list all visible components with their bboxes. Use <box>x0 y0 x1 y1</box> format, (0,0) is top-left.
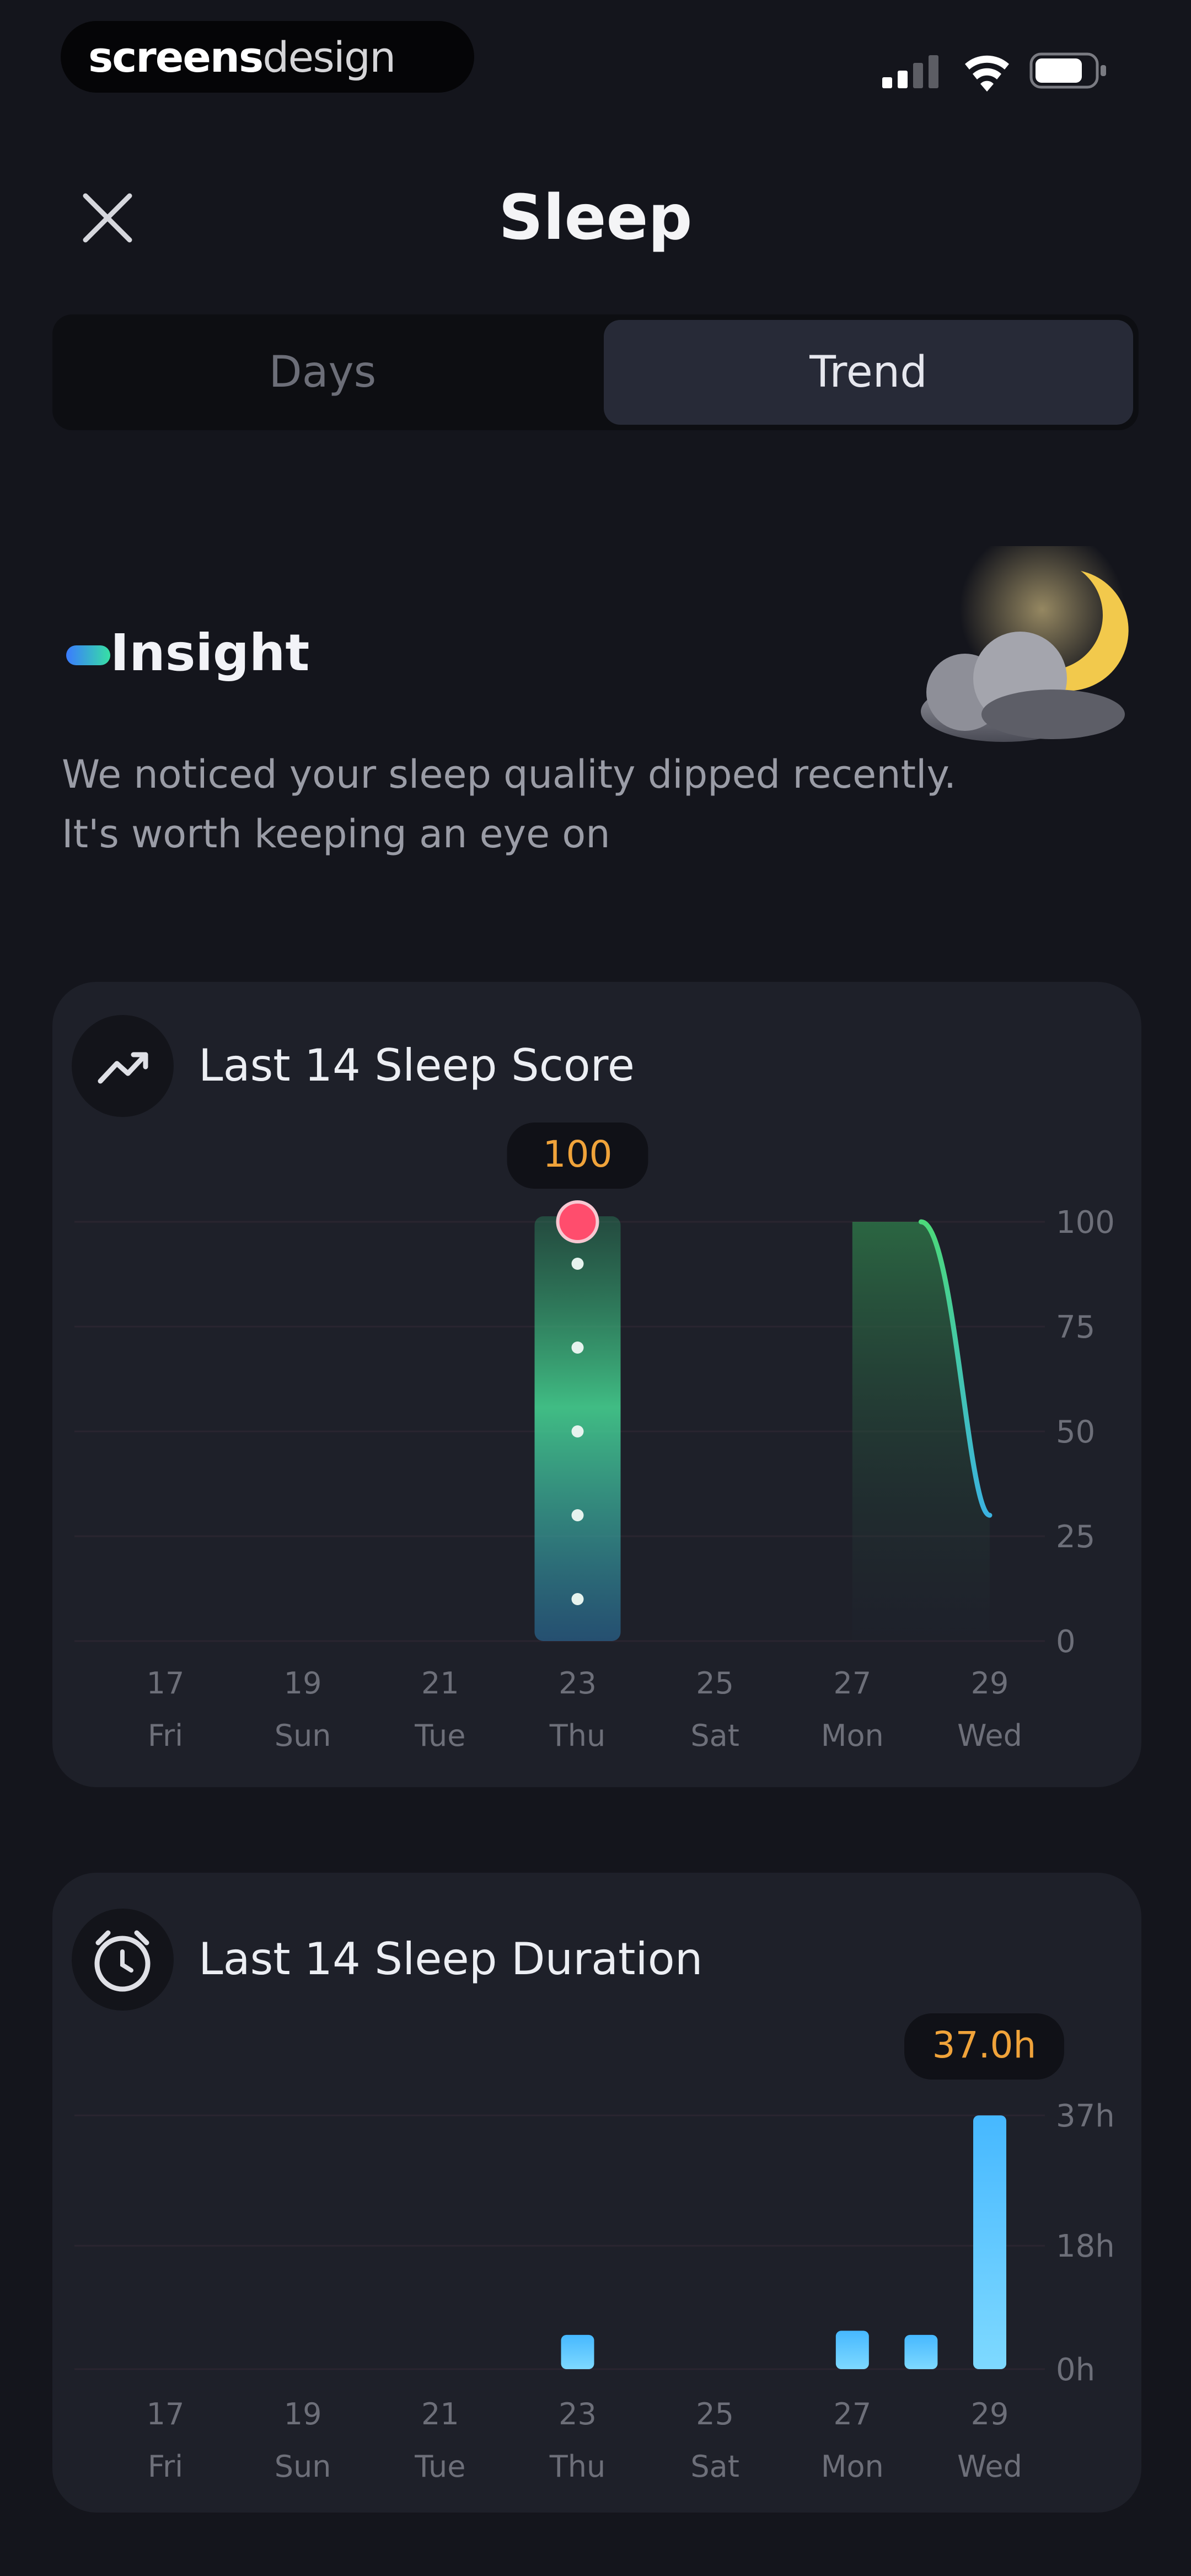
highlight-point <box>556 1200 599 1243</box>
x-tick-weekday: Tue <box>414 2449 465 2484</box>
x-tick-weekday: Sat <box>690 2449 739 2484</box>
column-dot <box>571 1425 584 1437</box>
x-tick-day: 27 <box>833 1666 871 1701</box>
x-tick-weekday: Sun <box>275 1718 331 1753</box>
x-tick-day: 21 <box>421 1666 459 1701</box>
x-tick-weekday: Sun <box>275 2449 331 2484</box>
y-tick-label: 100 <box>1056 1205 1115 1241</box>
sleep-score-chart: 100 75 50 25 0 100 17 Fri 19 Sun 21 Tue 23 Thu 25 Sat 27… <box>74 1123 1115 1753</box>
x-tick-day: 25 <box>696 1666 734 1701</box>
x-tick-day: 19 <box>284 1666 322 1701</box>
tab-trend[interactable]: Trend <box>604 320 1133 425</box>
duration-bar <box>835 2331 869 2369</box>
x-tick-day: 19 <box>284 2397 322 2431</box>
battery-icon <box>1029 52 1106 89</box>
duration-bar <box>904 2334 938 2369</box>
brand-light-text: design <box>262 32 396 82</box>
duration-bar <box>561 2334 594 2369</box>
column-dot <box>571 1342 584 1354</box>
x-tick-day: 29 <box>971 1666 1009 1701</box>
x-tick-day: 17 <box>147 1666 185 1701</box>
y-tick-label: 18h <box>1056 2228 1115 2264</box>
page-title: Sleep <box>498 182 693 254</box>
wifi-icon <box>965 55 1009 92</box>
x-tick-weekday: Sat <box>690 1718 739 1753</box>
column-dot <box>571 1258 584 1270</box>
y-tick-label: 0 <box>1056 1624 1076 1660</box>
moon-cloud-icon <box>921 546 1129 742</box>
x-tick-weekday: Fri <box>148 2449 183 2484</box>
y-tick-label: 37h <box>1056 2098 1115 2134</box>
x-tick-day: 21 <box>421 2397 459 2431</box>
view-segmented-control: Days Trend <box>52 314 1139 430</box>
x-tick-weekday: Thu <box>549 1718 605 1753</box>
x-tick-weekday: Tue <box>414 1718 465 1753</box>
x-tick-day: 27 <box>833 2397 871 2431</box>
callout-value: 100 <box>543 1133 613 1175</box>
insight-message: We noticed your sleep quality dipped rec… <box>62 745 1109 864</box>
y-tick-label: 0h <box>1056 2352 1095 2388</box>
sleep-score-card: Last 14 Sleep Score 100 75 50 25 0 100 17 Fri 19… <box>52 982 1141 1787</box>
x-tick-day: 23 <box>559 1666 597 1701</box>
y-tick-label: 50 <box>1056 1414 1095 1450</box>
x-tick-day: 25 <box>696 2397 734 2431</box>
callout-value: 37.0h <box>932 2024 1037 2066</box>
x-tick-weekday: Mon <box>821 2449 884 2484</box>
x-tick-weekday: Mon <box>821 1718 884 1753</box>
duration-bar <box>973 2115 1006 2369</box>
column-dot <box>571 1509 584 1521</box>
column-dot <box>571 1593 584 1605</box>
x-tick-weekday: Wed <box>957 1718 1022 1753</box>
insight-accent-bar <box>66 645 110 665</box>
sleep-duration-card: Last 14 Sleep Duration 37h 18h 0h 37.0h 17 Fr… <box>52 1873 1141 2513</box>
x-tick-weekday: Fri <box>148 1718 183 1753</box>
brand-bold-text: screens <box>88 32 264 82</box>
insight-line-2: It's worth keeping an eye on <box>62 811 610 857</box>
y-tick-label: 75 <box>1056 1310 1095 1345</box>
y-tick-label: 25 <box>1056 1519 1095 1555</box>
x-tick-day: 17 <box>147 2397 185 2431</box>
x-tick-day: 23 <box>559 2397 597 2431</box>
insight-title: Insight <box>110 623 310 682</box>
x-tick-day: 29 <box>971 2397 1009 2431</box>
cellular-signal-icon <box>882 55 938 88</box>
sleep-duration-chart: 37h 18h 0h 37.0h 17 Fri 19 Sun 21 Tue 23 Thu 25 Sat 27… <box>74 2013 1115 2484</box>
tab-days[interactable]: Days <box>58 320 587 425</box>
x-tick-weekday: Wed <box>957 2449 1022 2484</box>
status-icons <box>882 52 1106 92</box>
brand-watermark: screens design <box>61 21 474 93</box>
x-tick-weekday: Thu <box>549 2449 605 2484</box>
insight-line-1: We noticed your sleep quality dipped rec… <box>62 752 957 797</box>
